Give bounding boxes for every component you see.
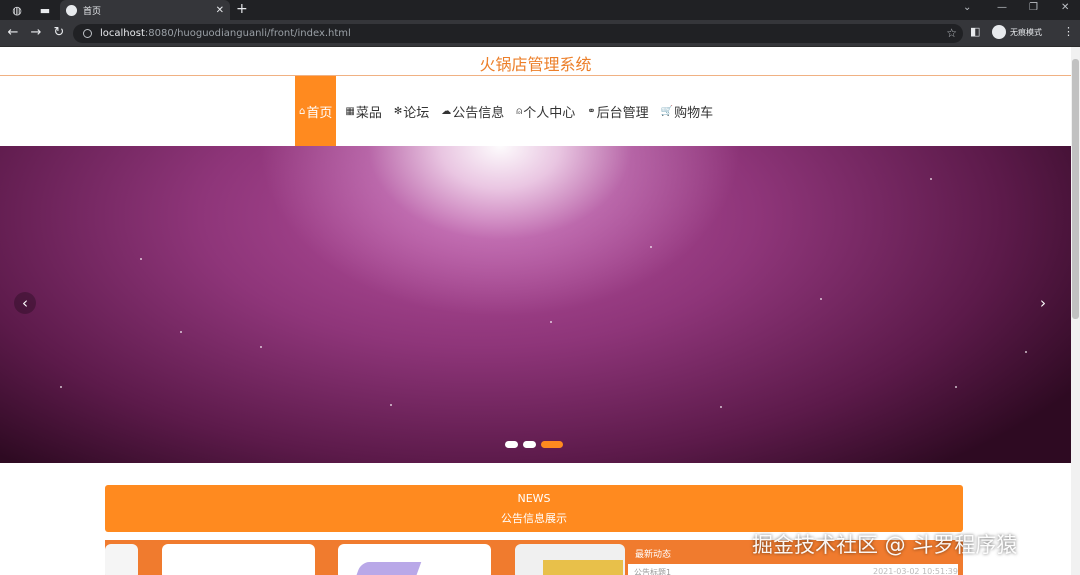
link-icon: ⚭ (587, 105, 596, 117)
tab-title: 首页 (83, 6, 102, 17)
carousel-indicator[interactable] (523, 441, 536, 448)
nav-item-cart[interactable]: 🛒 购物车 (658, 76, 716, 146)
watermark-text: 掘金技术社区 @ 斗罗程序猿 (752, 533, 1018, 557)
browser-tab[interactable]: 首页 ✕ (60, 0, 230, 20)
minimize-icon[interactable]: — (997, 2, 1007, 13)
incognito-icon (992, 25, 1006, 39)
page-content: 火锅店管理系统 ⌂ 首页 ▦ 菜品 ✻ 论坛 ☁ 公告信息 ⍝ 个人中心 ⚭ 后… (0, 47, 1071, 575)
incognito-label: 无痕模式 (1010, 27, 1042, 37)
back-icon[interactable]: ← (5, 25, 21, 40)
news-card[interactable] (515, 544, 625, 575)
notice-icon: ☁ (441, 105, 452, 117)
nav-item-home[interactable]: ⌂ 首页 (295, 76, 337, 146)
star-dot (260, 346, 262, 348)
latest-news-row-date: 2021-03-02 10:51:39 (873, 567, 958, 575)
star-dot (720, 406, 722, 408)
star-dot (820, 298, 822, 300)
forward-icon[interactable]: → (28, 25, 44, 40)
carousel-next-button[interactable]: › (1032, 292, 1054, 314)
browser-address-bar: ← → ↻ localhost :8080/huoguodianguanli/f… (0, 20, 1080, 47)
kebab-menu-icon[interactable]: ⋮ (1063, 25, 1074, 38)
scrollbar-thumb[interactable] (1072, 59, 1079, 319)
browser-menu-icon[interactable]: ◍ (6, 2, 28, 18)
star-dot (955, 386, 957, 388)
cart-icon: 🛒 (660, 105, 674, 117)
carousel-indicator-active[interactable] (541, 441, 563, 448)
url-host: localhost (100, 28, 145, 39)
nav-item-label: 个人中心 (523, 105, 576, 121)
nav-item-forum[interactable]: ✻ 论坛 (391, 76, 432, 146)
nav-item-label: 后台管理 (596, 105, 649, 121)
browser-tab-bar: ◍ ▬ 首页 ✕ + ⌄ — ❐ ✕ (0, 0, 1080, 20)
dish-icon: ▦ (345, 105, 355, 117)
star-dot (180, 331, 182, 333)
star-dot (390, 404, 392, 406)
news-heading-en: NEWS (517, 492, 551, 505)
nav-item-label: 公告信息 (452, 105, 505, 121)
forum-icon: ✻ (393, 105, 403, 117)
nav-item-notices[interactable]: ☁ 公告信息 (438, 76, 507, 146)
window-close-icon[interactable]: ✕ (1061, 2, 1069, 13)
news-card[interactable] (338, 544, 491, 575)
home-icon: ⌂ (299, 105, 306, 117)
carousel-indicator[interactable] (505, 441, 518, 448)
globe-icon (66, 4, 77, 16)
nav-item-label: 首页 (306, 105, 333, 121)
incognito-indicator[interactable]: 无痕模式 (992, 25, 1042, 39)
reading-list-icon[interactable]: ◧ (970, 25, 980, 38)
latest-news-title: 最新动态 (635, 550, 672, 560)
url-path: :8080/huoguodianguanli/front/index.html (144, 28, 351, 39)
latest-news-row-title: 公告标题1 (634, 568, 672, 575)
news-image (543, 560, 623, 575)
news-header: NEWS 公告信息展示 (105, 485, 963, 532)
user-icon: ⍝ (516, 105, 523, 117)
star-dot (930, 178, 932, 180)
main-nav: ⌂ 首页 ▦ 菜品 ✻ 论坛 ☁ 公告信息 ⍝ 个人中心 ⚭ 后台管理 🛒 购物… (295, 76, 722, 146)
nav-item-admin[interactable]: ⚭ 后台管理 (584, 76, 651, 146)
restore-icon[interactable]: ❐ (1029, 2, 1038, 13)
url-input[interactable]: localhost :8080/huoguodianguanli/front/i… (73, 24, 963, 43)
tab-search-icon[interactable]: ▬ (34, 2, 56, 18)
star-dot (550, 321, 552, 323)
latest-news-row[interactable]: 公告标题1 2021-03-02 10:51:39 (628, 564, 958, 575)
info-icon[interactable] (83, 29, 92, 38)
star-dot (140, 258, 142, 260)
news-image (354, 562, 422, 575)
star-dot (1025, 351, 1027, 353)
reload-icon[interactable]: ↻ (51, 25, 67, 40)
site-title: 火锅店管理系统 (479, 55, 592, 74)
nav-item-dishes[interactable]: ▦ 菜品 (342, 76, 384, 146)
nav-item-label: 购物车 (674, 105, 714, 121)
carousel-indicators (505, 441, 568, 448)
news-heading-cn: 公告信息展示 (501, 512, 567, 525)
star-dot (650, 246, 652, 248)
news-card[interactable] (162, 544, 315, 575)
nav-item-profile[interactable]: ⍝ 个人中心 (513, 76, 578, 146)
news-card[interactable] (105, 544, 138, 575)
bookmark-star-icon[interactable]: ☆ (946, 26, 957, 40)
star-dot (60, 386, 62, 388)
chevron-down-icon[interactable]: ⌄ (963, 2, 971, 13)
nav-item-label: 菜品 (355, 105, 382, 121)
nav-item-label: 论坛 (403, 105, 430, 121)
carousel-prev-button[interactable]: ‹ (14, 292, 36, 314)
page-scrollbar[interactable] (1071, 47, 1080, 575)
close-icon[interactable]: ✕ (216, 5, 224, 16)
carousel-banner: ‹ › (0, 146, 1071, 463)
new-tab-button[interactable]: + (236, 1, 248, 17)
